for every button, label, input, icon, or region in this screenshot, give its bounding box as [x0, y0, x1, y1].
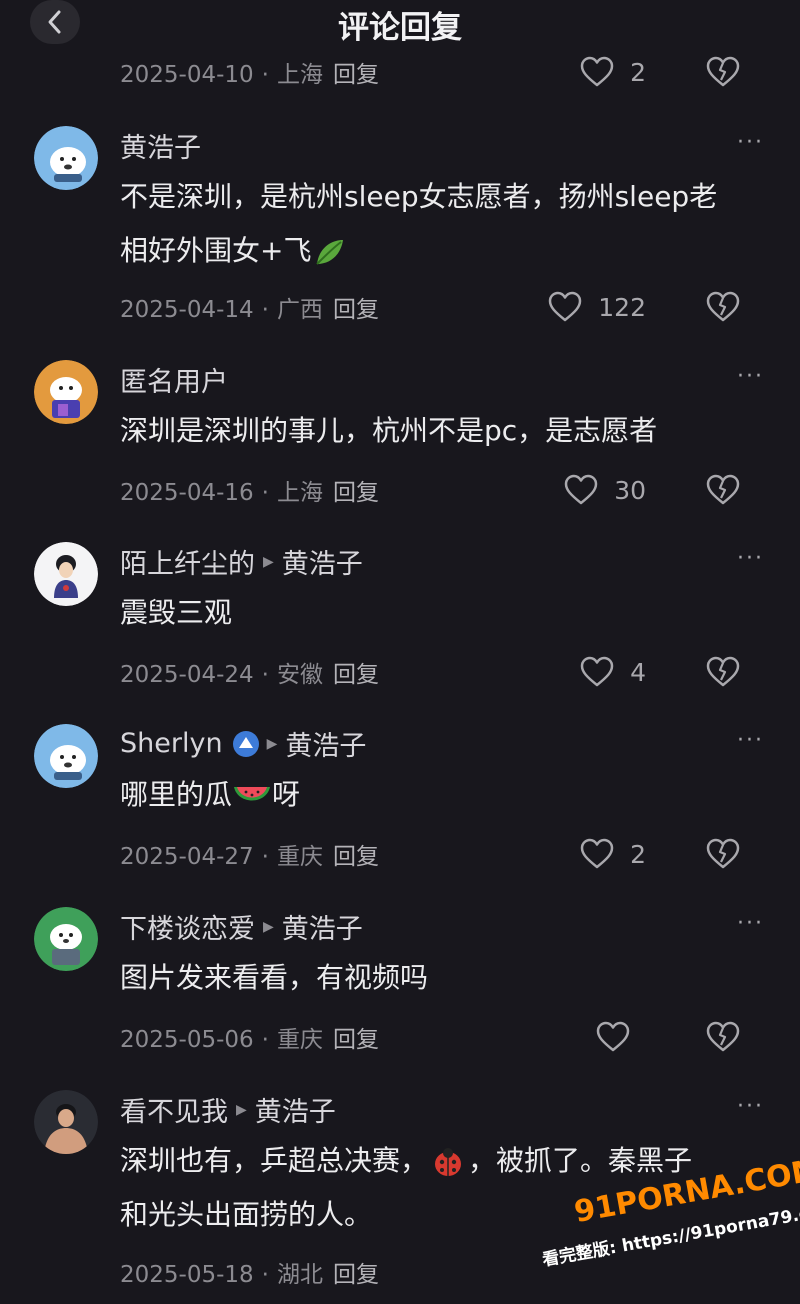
reply-button[interactable]: 回复 [333, 1255, 379, 1289]
avatar[interactable] [34, 126, 98, 190]
comment-author[interactable]: 匿名用户 [120, 360, 228, 399]
heart-outline-icon [549, 291, 582, 322]
reply-button[interactable]: 回复 [333, 655, 379, 689]
reply-button[interactable]: 回复 [333, 837, 379, 871]
leaf-emoji-icon [316, 240, 344, 265]
like-count: 122 [598, 292, 646, 322]
comment-date-location: 2025-05-18 · 湖北 [120, 1262, 323, 1288]
reply-button[interactable]: 回复 [333, 473, 379, 507]
like-count: 30 [614, 475, 646, 505]
reply-button[interactable]: 回复 [333, 1020, 379, 1054]
comment-meta-row: 2025-04-10 · 上海 回复 2 [120, 52, 770, 92]
broken-heart-icon[interactable] [706, 55, 740, 89]
reply-button[interactable]: 回复 [333, 55, 379, 89]
comment-meta-row: 2025-04-16 · 上海 回复 30 [120, 470, 770, 510]
comment-meta-row: 2025-05-06 · 重庆 回复 [120, 1017, 770, 1057]
like-count: 2 [630, 839, 646, 869]
like-count: 2 [630, 57, 646, 87]
comment-text: 哪里的瓜呀 [120, 778, 301, 811]
more-options-button[interactable]: ··· [737, 1094, 764, 1119]
broken-heart-icon[interactable] [706, 290, 740, 324]
watermelon-emoji-icon [234, 787, 271, 801]
avatar[interactable] [34, 542, 98, 606]
comment-date-location: 2025-05-06 · 重庆 [120, 1027, 323, 1053]
broken-heart-icon[interactable] [706, 655, 740, 689]
reply-button[interactable]: 回复 [333, 290, 379, 324]
comment-meta-row: 2025-04-14 · 广西 回复 122 [120, 287, 770, 327]
like-button[interactable]: 2 [580, 52, 646, 92]
reply-arrow-icon: ▶ [236, 1101, 247, 1118]
heart-outline-icon [564, 474, 598, 505]
comment-date-location: 2025-04-24 · 安徽 [120, 662, 323, 688]
heart-outline-icon [580, 656, 614, 687]
comment-text: 震毁三观 [120, 596, 233, 629]
avatar[interactable] [34, 360, 98, 424]
heart-outline-icon [596, 1021, 630, 1052]
more-options-button[interactable]: ··· [737, 364, 764, 389]
page-title: 评论回复 [338, 10, 462, 46]
comment-text: 图片发来看看，有视频吗 [120, 961, 429, 994]
like-count: 4 [630, 657, 646, 687]
like-button[interactable]: 4 [580, 652, 646, 692]
comment-author[interactable]: 黄浩子 [120, 126, 201, 165]
comment-date-location: 2025-04-16 · 上海 [120, 480, 323, 506]
more-options-button[interactable]: ··· [737, 546, 764, 571]
comment-author[interactable]: 下楼谈恋爱 ▶ 黄浩子 [120, 907, 363, 946]
verified-badge-icon [232, 730, 259, 757]
more-options-button[interactable]: ··· [737, 911, 764, 936]
ladybug-emoji-icon [435, 1148, 462, 1176]
comment-author[interactable]: 看不见我 ▶ 黄浩子 [120, 1090, 336, 1129]
comment-text: 不是深圳，是杭州sleep女志愿者，扬州sleep老 相好外围女+飞 [120, 170, 764, 278]
more-options-button[interactable]: ··· [737, 130, 764, 155]
broken-heart-icon[interactable] [706, 473, 740, 507]
comment-author[interactable]: Sherlyn ▶ 黄浩子 [120, 724, 366, 763]
header-bar: 评论回复 [0, 0, 800, 46]
comment-author[interactable]: 陌上纤尘的 ▶ 黄浩子 [120, 542, 363, 581]
avatar[interactable] [34, 724, 98, 788]
reply-arrow-icon: ▶ [266, 735, 278, 752]
comment-meta-row: 2025-04-24 · 安徽 回复 4 [120, 652, 770, 692]
like-button[interactable]: 122 [548, 287, 646, 327]
reply-arrow-icon: ▶ [263, 553, 274, 570]
comment-text: 深圳是深圳的事儿，杭州不是pc，是志愿者 [120, 414, 658, 447]
more-options-button[interactable]: ··· [737, 728, 764, 753]
comment-date-location: 2025-04-27 · 重庆 [120, 844, 323, 870]
avatar[interactable] [34, 907, 98, 971]
like-button[interactable]: 30 [564, 470, 646, 510]
broken-heart-icon[interactable] [706, 837, 740, 871]
like-button[interactable] [596, 1017, 646, 1057]
like-button[interactable]: 2 [580, 834, 646, 874]
broken-heart-icon[interactable] [706, 1020, 740, 1054]
comment-meta-row: 2025-04-27 · 重庆 回复 2 [120, 834, 770, 874]
avatar[interactable] [34, 1090, 98, 1154]
comment-date-location: 2025-04-14 · 广西 [120, 297, 323, 323]
reply-arrow-icon: ▶ [263, 918, 274, 935]
comment-date-location: 2025-04-10 · 上海 [120, 62, 323, 88]
heart-outline-icon [580, 838, 614, 869]
heart-outline-icon [580, 56, 614, 87]
